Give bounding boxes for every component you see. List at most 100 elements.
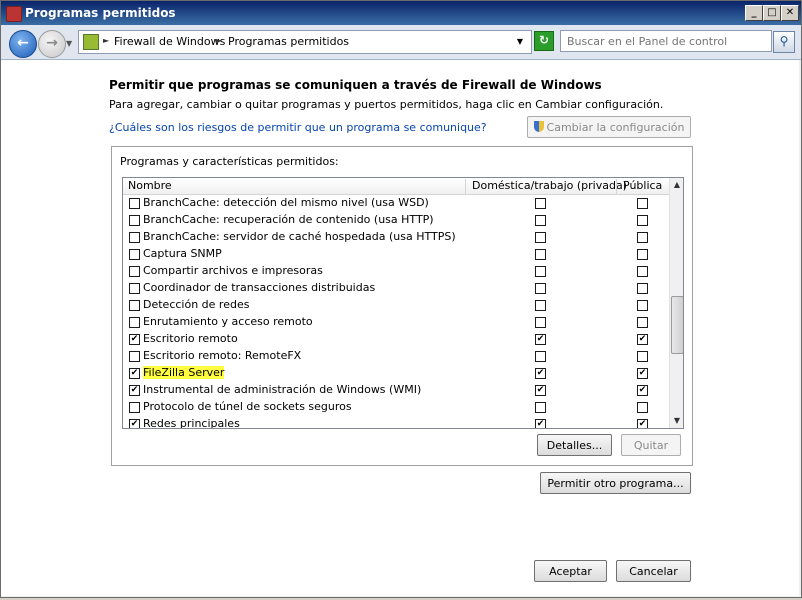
enable-checkbox[interactable]: ✔ xyxy=(129,419,140,428)
list-item[interactable]: Enrutamiento y acceso remoto xyxy=(123,314,669,331)
private-checkbox[interactable]: ✔ xyxy=(535,385,546,396)
private-checkbox[interactable] xyxy=(535,402,546,413)
change-settings-button[interactable]: Cambiar la configuración xyxy=(527,116,691,138)
list-item[interactable]: Captura SNMP xyxy=(123,246,669,263)
close-button[interactable]: ✕ xyxy=(781,5,799,21)
cancel-button[interactable]: Cancelar xyxy=(616,560,691,582)
page-title: Permitir que programas se comuniquen a t… xyxy=(109,78,602,92)
enable-checkbox[interactable] xyxy=(129,300,140,311)
details-button[interactable]: Detalles... xyxy=(537,434,612,456)
public-checkbox[interactable] xyxy=(637,249,648,260)
private-checkbox[interactable] xyxy=(535,249,546,260)
enable-checkbox[interactable] xyxy=(129,402,140,413)
private-checkbox[interactable] xyxy=(535,300,546,311)
column-name[interactable]: Nombre xyxy=(128,179,172,192)
program-name: Captura SNMP xyxy=(143,247,222,260)
list-item[interactable]: Detección de redes xyxy=(123,297,669,314)
scroll-down-icon[interactable]: ▼ xyxy=(670,414,683,428)
public-checkbox[interactable]: ✔ xyxy=(637,368,648,379)
list-item[interactable]: Protocolo de túnel de sockets seguros xyxy=(123,399,669,416)
breadcrumb-separator-icon[interactable]: ► xyxy=(103,36,109,45)
enable-checkbox[interactable] xyxy=(129,215,140,226)
breadcrumb-firewall[interactable]: Firewall de Windows xyxy=(114,35,225,48)
maximize-button[interactable]: □ xyxy=(763,5,781,21)
public-checkbox[interactable] xyxy=(637,198,648,209)
list-item[interactable]: Escritorio remoto: RemoteFX xyxy=(123,348,669,365)
back-button[interactable]: ← xyxy=(9,30,37,58)
list-item[interactable]: ✔ Redes principales ✔ ✔ xyxy=(123,416,669,428)
forward-button[interactable]: → xyxy=(38,30,66,58)
allow-other-program-button[interactable]: Permitir otro programa... xyxy=(540,472,691,494)
list-item[interactable]: ✔ Instrumental de administración de Windo… xyxy=(123,382,669,399)
public-checkbox[interactable]: ✔ xyxy=(637,334,648,345)
vertical-scrollbar[interactable]: ▲ ▼ xyxy=(669,178,683,428)
column-separator[interactable] xyxy=(616,179,617,195)
column-private[interactable]: Doméstica/trabajo (privada) xyxy=(472,179,627,192)
list-item[interactable]: BranchCache: recuperación de contenido (… xyxy=(123,212,669,229)
list-item[interactable]: ✔ FileZilla Server ✔ ✔ xyxy=(123,365,669,382)
window: Programas permitidos _ □ ✕ ← → ▼ ► Firew… xyxy=(0,0,802,598)
enable-checkbox[interactable] xyxy=(129,249,140,260)
private-checkbox[interactable] xyxy=(535,351,546,362)
program-name: Escritorio remoto xyxy=(143,332,238,345)
breadcrumb[interactable]: ► Firewall de Windows ► Programas permit… xyxy=(78,30,532,54)
list-item[interactable]: Compartir archivos e impresoras xyxy=(123,263,669,280)
private-checkbox[interactable] xyxy=(535,232,546,243)
list-item[interactable]: Coordinador de transacciones distribuida… xyxy=(123,280,669,297)
list-item[interactable]: BranchCache: detección del mismo nivel (… xyxy=(123,195,669,212)
program-name: Compartir archivos e impresoras xyxy=(143,264,323,277)
address-dropdown-icon[interactable]: ▼ xyxy=(517,37,523,46)
enable-checkbox[interactable] xyxy=(129,351,140,362)
private-checkbox[interactable] xyxy=(535,198,546,209)
public-checkbox[interactable]: ✔ xyxy=(637,385,648,396)
private-checkbox[interactable]: ✔ xyxy=(535,368,546,379)
breadcrumb-separator-icon[interactable]: ► xyxy=(216,36,222,45)
scroll-thumb[interactable] xyxy=(671,296,683,354)
private-checkbox[interactable] xyxy=(535,215,546,226)
column-separator[interactable] xyxy=(465,179,466,195)
programs-list[interactable]: Nombre Doméstica/trabajo (privada) Públi… xyxy=(122,177,684,429)
private-checkbox[interactable] xyxy=(535,283,546,294)
breadcrumb-programas[interactable]: Programas permitidos xyxy=(228,35,349,48)
enable-checkbox[interactable]: ✔ xyxy=(129,368,140,379)
private-checkbox[interactable] xyxy=(535,266,546,277)
public-checkbox[interactable] xyxy=(637,283,648,294)
search-icon[interactable]: ⚲ xyxy=(773,31,795,53)
recent-pages-chevron-icon[interactable]: ▼ xyxy=(66,39,72,48)
private-checkbox[interactable] xyxy=(535,317,546,328)
program-name: Escritorio remoto: RemoteFX xyxy=(143,349,302,362)
private-checkbox[interactable]: ✔ xyxy=(535,419,546,428)
enable-checkbox[interactable] xyxy=(129,283,140,294)
remove-button[interactable]: Quitar xyxy=(621,434,681,456)
refresh-icon[interactable]: ↻ xyxy=(534,31,554,51)
enable-checkbox[interactable]: ✔ xyxy=(129,334,140,345)
uac-shield-icon xyxy=(533,121,544,132)
list-item[interactable]: BranchCache: servidor de caché hospedada… xyxy=(123,229,669,246)
risk-help-link[interactable]: ¿Cuáles son los riesgos de permitir que … xyxy=(109,121,487,134)
public-checkbox[interactable]: ✔ xyxy=(637,419,648,428)
enable-checkbox[interactable] xyxy=(129,317,140,328)
program-name: FileZilla Server xyxy=(143,366,225,379)
public-checkbox[interactable] xyxy=(637,232,648,243)
public-checkbox[interactable] xyxy=(637,317,648,328)
enable-checkbox[interactable]: ✔ xyxy=(129,385,140,396)
enable-checkbox[interactable] xyxy=(129,198,140,209)
enable-checkbox[interactable] xyxy=(129,232,140,243)
private-checkbox[interactable]: ✔ xyxy=(535,334,546,345)
ok-button[interactable]: Aceptar xyxy=(534,560,607,582)
list-item[interactable]: ✔ Escritorio remoto ✔ ✔ xyxy=(123,331,669,348)
public-checkbox[interactable] xyxy=(637,300,648,311)
column-public[interactable]: Pública xyxy=(623,179,662,192)
enable-checkbox[interactable] xyxy=(129,266,140,277)
public-checkbox[interactable] xyxy=(637,215,648,226)
title-bar[interactable]: Programas permitidos _ □ ✕ xyxy=(1,1,801,25)
public-checkbox[interactable] xyxy=(637,351,648,362)
minimize-button[interactable]: _ xyxy=(745,5,763,21)
public-checkbox[interactable] xyxy=(637,266,648,277)
page-subtitle: Para agregar, cambiar o quitar programas… xyxy=(109,98,664,111)
change-settings-label: Cambiar la configuración xyxy=(546,121,685,134)
scroll-up-icon[interactable]: ▲ xyxy=(670,178,683,192)
search-input[interactable] xyxy=(560,30,772,52)
public-checkbox[interactable] xyxy=(637,402,648,413)
program-name: BranchCache: detección del mismo nivel (… xyxy=(143,196,429,209)
